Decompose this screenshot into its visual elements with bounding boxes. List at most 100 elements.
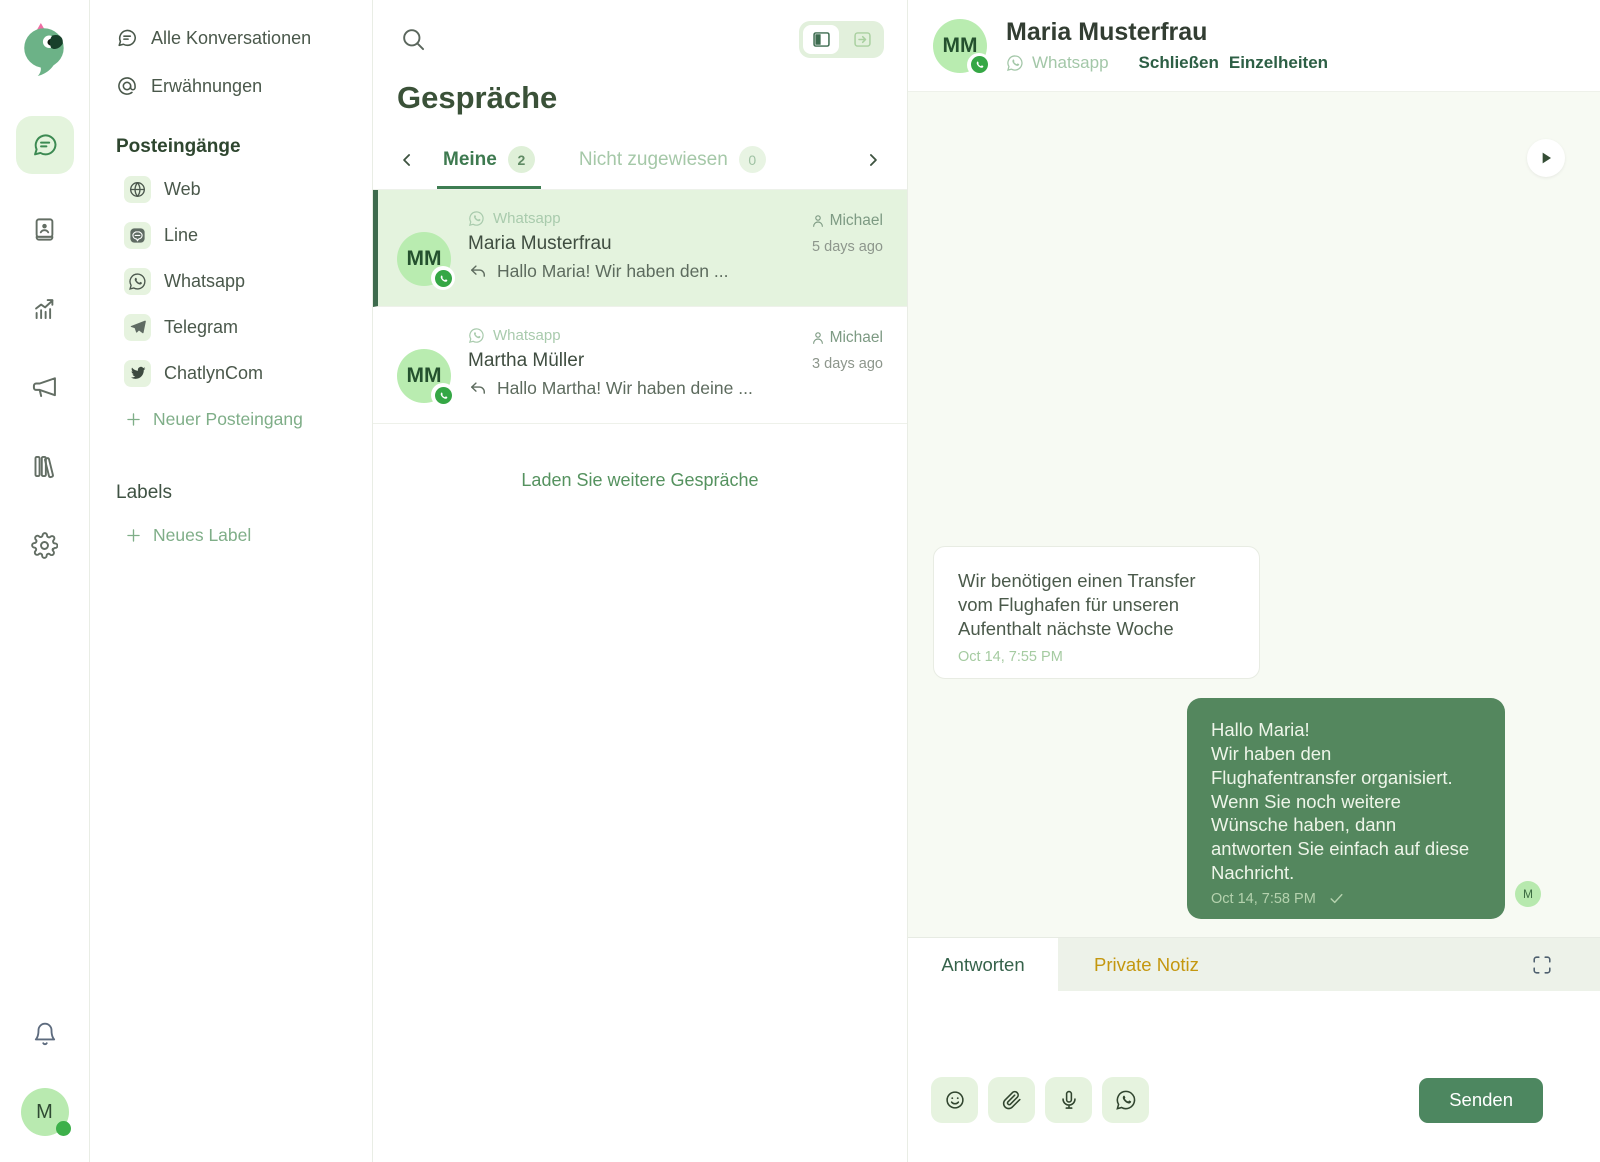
whatsapp-channel-badge — [431, 383, 455, 407]
tab-antworten[interactable]: Antworten — [908, 938, 1058, 991]
bell-icon — [32, 1021, 58, 1047]
contact-name: Maria Musterfrau — [1006, 18, 1328, 47]
layout-toggle-list-button[interactable] — [803, 25, 839, 54]
message-history: Wir benötigen einen Transfer vom Flughaf… — [908, 92, 1600, 938]
message-timestamp: Oct 14, 7:55 PM — [958, 649, 1235, 665]
load-more-conversations-link[interactable]: Laden Sie weitere Gespräche — [373, 470, 907, 491]
conversation-item[interactable]: MM Whatsapp Maria Musterfrau Hallo Maria… — [373, 190, 907, 307]
library-icon — [31, 453, 58, 480]
conversation-timestamp: 3 days ago — [812, 356, 883, 372]
chat-bubble-icon — [116, 27, 138, 49]
conversation-meta: Michael 5 days ago — [810, 210, 883, 286]
whatsapp-channel-badge — [431, 266, 455, 290]
search-icon — [400, 26, 427, 53]
chevron-left-icon — [397, 150, 417, 170]
details-link[interactable]: Einzelheiten — [1229, 53, 1328, 73]
whatsapp-icon — [468, 210, 485, 227]
tab-label: Meine — [443, 149, 497, 171]
voice-message-button[interactable] — [1045, 1077, 1092, 1123]
sent-check-icon — [1328, 890, 1345, 907]
inbox-item-web[interactable]: Web — [116, 166, 358, 212]
new-inbox-button[interactable]: Neuer Posteingang — [116, 396, 358, 442]
reply-arrow-icon — [468, 262, 488, 282]
inbox-label: Telegram — [164, 317, 238, 338]
close-conversation-link[interactable]: Schließen — [1139, 53, 1219, 73]
inbox-label: Whatsapp — [164, 271, 245, 292]
conversation-info: Whatsapp Maria Musterfrau Hallo Maria! W… — [468, 210, 729, 286]
tab-meine[interactable]: Meine 2 — [437, 130, 541, 189]
tabs-scroll-left-button[interactable] — [393, 146, 421, 174]
expand-icon — [1531, 954, 1553, 976]
inbox-item-chatlyncom[interactable]: ChatlynCom — [116, 350, 358, 396]
avatar: MM — [397, 232, 451, 286]
whatsapp-icon — [438, 273, 449, 284]
line-icon — [124, 222, 151, 249]
person-icon — [810, 330, 826, 346]
new-label-button[interactable]: Neues Label — [116, 512, 358, 558]
send-button[interactable]: Senden — [1419, 1078, 1543, 1123]
person-icon — [810, 213, 826, 229]
rail-contacts-button[interactable] — [21, 205, 69, 253]
emoji-button[interactable] — [931, 1077, 978, 1123]
outgoing-message-bubble: Hallo Maria! Wir haben den Flughafentran… — [1187, 698, 1505, 919]
collapse-panel-button[interactable] — [1527, 139, 1565, 177]
user-avatar[interactable]: M — [21, 1088, 69, 1136]
whatsapp-icon — [974, 59, 985, 70]
layout-toggle — [799, 21, 884, 58]
navigation-sidebar: Alle Konversationen Erwähnungen Posteing… — [90, 0, 373, 1162]
chat-header: MM Maria Musterfrau Whatsapp Schließen E… — [908, 0, 1600, 92]
inboxes-section-title: Posteingänge — [116, 136, 358, 158]
avatar: MM — [933, 19, 987, 73]
conversations-panel: Gespräche Meine 2 Nicht zugewiesen 0 MM — [373, 0, 908, 1162]
composer-tabs: Antworten Private Notiz — [908, 938, 1600, 991]
message-text-line1: Hallo Maria! — [1211, 718, 1481, 742]
chat-contact-info: Maria Musterfrau Whatsapp Schließen Einz… — [1006, 18, 1328, 73]
notifications-button[interactable] — [21, 1010, 69, 1058]
rail-conversations-button[interactable] — [16, 116, 74, 174]
nav-all-conversations[interactable]: Alle Konversationen — [116, 14, 358, 62]
conversations-icon — [31, 131, 59, 159]
expand-composer-button[interactable] — [1531, 954, 1553, 976]
tab-private-notiz[interactable]: Private Notiz — [1084, 938, 1209, 991]
channel-label: Whatsapp — [1032, 53, 1109, 73]
inbox-label: ChatlynCom — [164, 363, 263, 384]
labels-section-title: Labels — [116, 482, 358, 504]
whatsapp-icon — [468, 327, 485, 344]
rail-settings-button[interactable] — [21, 521, 69, 569]
search-button[interactable] — [400, 26, 427, 53]
smiley-icon — [944, 1089, 966, 1111]
play-arrow-icon — [1536, 148, 1556, 168]
message-input[interactable] — [932, 1005, 1576, 1057]
parrot-logo-icon — [18, 22, 72, 76]
nav-mentions[interactable]: Erwähnungen — [116, 62, 358, 110]
online-status-dot — [56, 1121, 71, 1136]
rail-analytics-button[interactable] — [21, 284, 69, 332]
tab-label: Nicht zugewiesen — [579, 149, 728, 171]
contact-name: Maria Musterfrau — [468, 233, 729, 255]
tab-count-badge: 2 — [508, 146, 535, 173]
inbox-item-telegram[interactable]: Telegram — [116, 304, 358, 350]
gear-icon — [31, 532, 58, 559]
whatsapp-template-button[interactable] — [1102, 1077, 1149, 1123]
chatlyn-logo[interactable] — [18, 22, 72, 76]
message-preview: Hallo Maria! Wir haben den ... — [497, 261, 729, 282]
layout-toggle-expand-button[interactable] — [844, 25, 880, 54]
rail-library-button[interactable] — [21, 442, 69, 490]
conversation-item[interactable]: MM Whatsapp Martha Müller Hallo Martha! … — [373, 307, 907, 424]
message-preview: Hallo Martha! Wir haben deine ... — [497, 378, 753, 399]
contact-name: Martha Müller — [468, 350, 753, 372]
megaphone-icon — [31, 373, 59, 401]
inbox-item-line[interactable]: Line — [116, 212, 358, 258]
attach-file-button[interactable] — [988, 1077, 1035, 1123]
globe-icon — [124, 176, 151, 203]
sender-mini-avatar: M — [1515, 881, 1541, 907]
tab-nicht-zugewiesen[interactable]: Nicht zugewiesen 0 — [573, 130, 772, 189]
user-initial: M — [36, 1101, 53, 1124]
message-timestamp: Oct 14, 7:58 PM — [1211, 891, 1316, 907]
rail-campaigns-button[interactable] — [21, 363, 69, 411]
panel-left-icon — [811, 29, 832, 50]
inbox-item-whatsapp[interactable]: Whatsapp — [116, 258, 358, 304]
tabs-scroll-right-button[interactable] — [859, 146, 887, 174]
whatsapp-icon — [124, 268, 151, 295]
composer-toolbar: Senden — [931, 1077, 1543, 1123]
